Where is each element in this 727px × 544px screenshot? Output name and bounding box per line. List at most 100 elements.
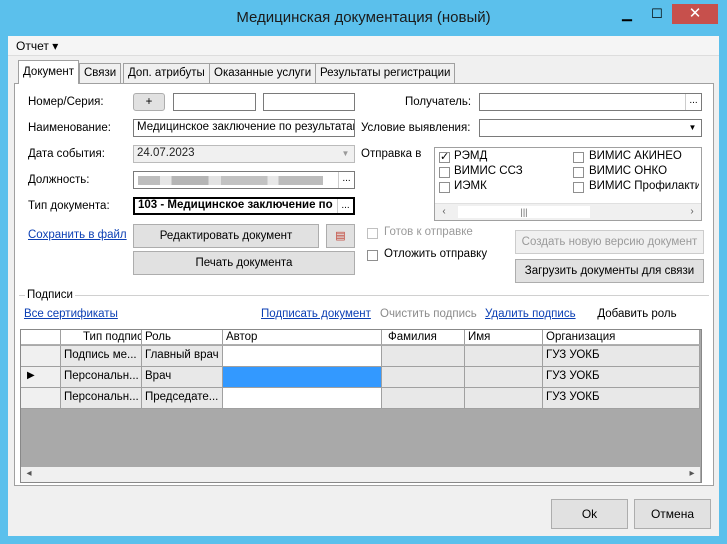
table-header-row: Тип подписи Роль Автор Фамилия Имя Орган… [21,330,700,346]
column-header-last-name[interactable]: Фамилия [382,330,465,345]
clear-signature-link: Очистить подпись [380,308,477,320]
cell-author[interactable] [223,388,382,409]
add-role-button[interactable]: Добавить роль [581,300,693,326]
print-document-button[interactable]: Печать документа [133,251,355,275]
maximize-button[interactable]: ☐ [642,4,672,24]
dialog-client-area: Отчет ▾ Документ Связи Доп. атрибуты Ока… [8,36,719,536]
signatures-group-label: Подписи [25,289,75,301]
document-type-browse-button[interactable]: ... [337,199,353,213]
cell-signature-type[interactable]: Подпись ме... [61,346,142,367]
detection-condition-label: Условие выявления: [361,122,471,134]
table-row[interactable]: Персональн... Председате... ГУЗ УОКБ [21,388,700,409]
cell-role[interactable]: Врач [142,367,223,388]
tab-links[interactable]: Связи [79,63,122,83]
ready-to-send-checkbox [367,228,378,239]
cell-last-name[interactable] [382,367,465,388]
dialog-window: Медицинская документация (новый) ▁ ☐ ✕ О… [0,0,727,544]
detection-condition-select[interactable]: ▼ [479,119,702,137]
send-target-label-remd: РЭМД [454,150,488,162]
cell-organization[interactable]: ГУЗ УОКБ [543,346,700,367]
event-date-label: Дата события: [28,148,105,160]
column-header-role[interactable]: Роль [142,330,223,345]
edit-document-button[interactable]: Редактировать документ [133,224,319,248]
position-input[interactable]: ... [133,171,355,189]
name-input[interactable]: Медицинское заключение по результатам [133,119,355,137]
recipient-input[interactable]: ... [479,93,702,111]
send-target-label-iemk: ИЭМК [454,180,487,192]
scroll-left-icon[interactable]: ◂ [22,468,36,480]
tab-document[interactable]: Документ [18,60,80,84]
column-header-author[interactable]: Автор [223,330,382,345]
document-tab-panel: Номер/Серия: + Наименование: Медицинское… [14,83,714,486]
title-bar[interactable]: Медицинская документация (новый) ▁ ☐ ✕ [0,0,727,36]
scrollbar-thumb[interactable]: ||| [458,206,590,218]
column-header-first-name[interactable]: Имя [465,330,543,345]
send-target-checkbox-akineo[interactable] [573,152,584,163]
cell-role[interactable]: Главный врач [142,346,223,367]
cell-signature-type[interactable]: Персональн... [61,367,142,388]
delete-signature-link[interactable]: Удалить подпись [485,308,576,320]
save-to-file-link[interactable]: Сохранить в файл [28,229,127,241]
table-horizontal-scrollbar[interactable]: ◂ ▸ [21,467,700,482]
cell-author-selected[interactable] [223,367,382,388]
current-row-arrow-icon[interactable]: ▶ [21,367,61,388]
cell-organization[interactable]: ГУЗ УОКБ [543,388,700,409]
scroll-left-icon[interactable]: ‹ [437,206,451,218]
cancel-button[interactable]: Отмена [634,499,711,529]
column-header-organization[interactable]: Организация [543,330,700,345]
send-target-label-akineo: ВИМИС АКИНЕО [589,150,682,162]
signatures-table[interactable]: Тип подписи Роль Автор Фамилия Имя Орган… [20,329,702,483]
row-header[interactable] [21,346,61,367]
load-documents-button[interactable]: Загрузить документы для связи [515,259,704,283]
send-target-checkbox-profilaktika[interactable] [573,182,584,193]
table-row[interactable]: Подпись ме... Главный врач ГУЗ УОКБ [21,346,700,367]
ready-to-send-label: Готов к отправке [384,226,473,238]
row-header-corner [21,330,61,345]
send-target-checkbox-ssz[interactable] [439,167,450,178]
cell-role[interactable]: Председате... [142,388,223,409]
add-number-button[interactable]: + [133,93,165,111]
cell-first-name[interactable] [465,346,543,367]
cell-author[interactable] [223,346,382,367]
send-to-label: Отправка в [361,148,422,160]
send-target-checkbox-iemk[interactable] [439,182,450,193]
cell-first-name[interactable] [465,388,543,409]
cell-first-name[interactable] [465,367,543,388]
recipient-browse-button[interactable]: ... [685,94,701,110]
cell-last-name[interactable] [382,388,465,409]
close-button[interactable]: ✕ [672,4,718,24]
create-new-version-button: Создать новую версию документ [515,230,704,254]
document-type-input[interactable]: 103 - Медицинское заключение по ... [133,197,355,215]
send-targets-list[interactable]: ✓ РЭМД ВИМИС АКИНЕО ВИМИС ССЗ ВИМИС ОНКО… [434,147,702,221]
cell-signature-type[interactable]: Персональн... [61,388,142,409]
send-targets-scrollbar[interactable]: ‹ ||| › [435,203,701,220]
scroll-right-icon[interactable]: ▸ [685,468,699,480]
cell-last-name[interactable] [382,346,465,367]
number-input[interactable] [173,93,256,111]
tab-services[interactable]: Оказанные услуги [209,63,317,83]
cell-organization[interactable]: ГУЗ УОКБ [543,367,700,388]
document-type-label: Тип документа: [28,200,110,212]
series-input[interactable] [263,93,355,111]
table-row[interactable]: ▶ Персональн... Врач ГУЗ УОКБ [21,367,700,388]
redacted-value [138,176,323,185]
postpone-send-checkbox[interactable] [367,250,378,261]
menu-report[interactable]: Отчет ▾ [16,39,58,53]
pdf-file-icon[interactable]: ▤ [326,224,355,248]
minimize-button[interactable]: ▁ [612,4,642,24]
all-certificates-link[interactable]: Все сертификаты [24,308,118,320]
tab-registration-results[interactable]: Результаты регистрации [315,63,456,83]
ok-button[interactable]: Ok [551,499,628,529]
event-date-field: 24.07.2023 ▼ [133,145,355,163]
send-target-checkbox-onko[interactable] [573,167,584,178]
send-target-checkbox-remd[interactable]: ✓ [439,152,450,163]
sign-document-link[interactable]: Подписать документ [261,308,371,320]
position-label: Должность: [28,174,90,186]
column-header-type[interactable]: Тип подписи [61,330,142,345]
scroll-right-icon[interactable]: › [685,206,699,218]
event-date-value: 24.07.2023 [137,147,195,159]
row-header[interactable] [21,388,61,409]
send-target-label-onko: ВИМИС ОНКО [589,165,668,177]
tab-extra-attributes[interactable]: Доп. атрибуты [123,63,210,83]
position-browse-button[interactable]: ... [338,172,354,188]
